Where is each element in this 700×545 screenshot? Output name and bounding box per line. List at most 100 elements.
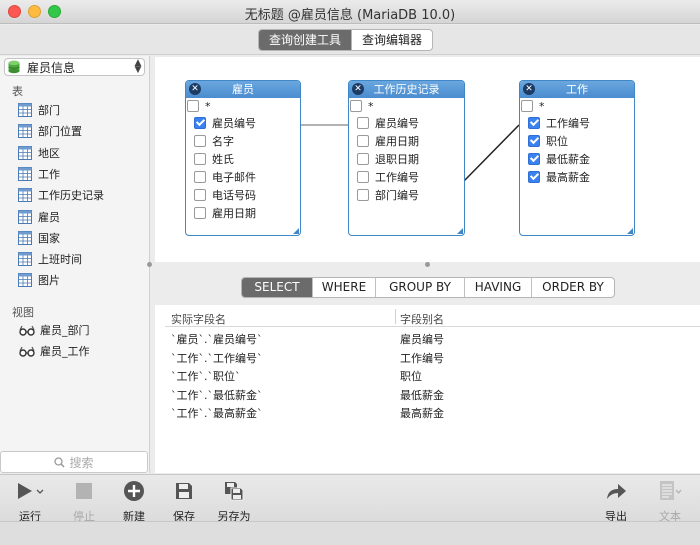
- tab-query-builder[interactable]: 查询创建工具: [259, 30, 352, 50]
- checked-checkbox[interactable]: [528, 153, 540, 165]
- actual-field-cell[interactable]: `工作`.`工作编号`: [171, 350, 263, 366]
- entity-field[interactable]: 工作编号: [520, 114, 634, 132]
- entity-field[interactable]: 职位: [520, 132, 634, 150]
- entity-field[interactable]: 雇员编号: [349, 114, 464, 132]
- sidebar-view-item[interactable]: 雇员_工作: [18, 341, 90, 361]
- checkbox[interactable]: [357, 171, 369, 183]
- splitter-handle[interactable]: [147, 262, 152, 267]
- table-row[interactable]: `雇员`.`雇员编号` 雇员编号: [165, 329, 700, 347]
- stop-button[interactable]: 停止: [62, 479, 106, 524]
- actual-field-cell[interactable]: `雇员`.`雇员编号`: [171, 331, 263, 347]
- sidebar-table-item-region[interactable]: 地区: [18, 143, 60, 163]
- text-button[interactable]: 文本: [648, 479, 692, 524]
- checkbox[interactable]: [357, 135, 369, 147]
- checked-checkbox[interactable]: [528, 171, 540, 183]
- column-header[interactable]: 实际字段名: [171, 311, 226, 327]
- table-row[interactable]: `工作`.`最高薪金` 最高薪金: [165, 403, 700, 421]
- actual-field-cell[interactable]: `工作`.`职位`: [171, 368, 241, 384]
- entity-field[interactable]: 部门编号: [349, 186, 464, 204]
- entity-field[interactable]: 退职日期: [349, 150, 464, 168]
- entity-field[interactable]: 最低薪金: [520, 150, 634, 168]
- sidebar-table-item-department[interactable]: 部门: [18, 100, 60, 120]
- field-alias-cell[interactable]: 最高薪金: [400, 405, 444, 421]
- sidebar-table-item-images[interactable]: 图片: [18, 270, 60, 290]
- select-all-field[interactable]: *: [349, 98, 464, 114]
- tab-where[interactable]: WHERE: [312, 278, 375, 297]
- entity-field[interactable]: 雇用日期: [186, 204, 300, 222]
- entity-field[interactable]: 姓氏: [186, 150, 300, 168]
- save-as-button[interactable]: 另存为: [212, 479, 256, 524]
- checkbox[interactable]: [194, 135, 206, 147]
- column-divider[interactable]: [395, 309, 396, 324]
- select-field-grid[interactable]: 实际字段名 字段别名 `雇员`.`雇员编号` 雇员编号 `工作`.`工作编号` 工作编…: [155, 305, 700, 473]
- tab-query-editor[interactable]: 查询编辑器: [351, 30, 432, 50]
- checkbox[interactable]: [194, 153, 206, 165]
- checkbox[interactable]: [350, 100, 362, 112]
- sidebar-table-item-work-hours[interactable]: 上班时间: [18, 249, 82, 269]
- new-button[interactable]: 新建: [112, 479, 156, 524]
- resize-handle-icon[interactable]: [627, 228, 633, 234]
- field-alias-cell[interactable]: 职位: [400, 368, 422, 384]
- sidebar-view-item[interactable]: 雇员_部门: [18, 320, 90, 340]
- entity-header[interactable]: ✕ 雇员: [186, 81, 300, 98]
- export-button[interactable]: 导出: [594, 479, 638, 524]
- window-title: 无标题 @雇员信息 (MariaDB 10.0): [244, 8, 456, 23]
- checked-checkbox[interactable]: [194, 117, 206, 129]
- select-all-field[interactable]: *: [520, 98, 634, 114]
- bottom-toolbar: 运行 停止 新建 保存 另存为 导出 文本: [0, 474, 700, 524]
- entity-header[interactable]: ✕ 工作历史记录: [349, 81, 464, 98]
- resize-handle-icon[interactable]: [293, 228, 299, 234]
- checkbox[interactable]: [357, 153, 369, 165]
- checkbox[interactable]: [194, 189, 206, 201]
- checkbox[interactable]: [187, 100, 199, 112]
- column-header[interactable]: 字段别名: [400, 311, 444, 327]
- checkbox[interactable]: [194, 207, 206, 219]
- checked-checkbox[interactable]: [528, 135, 540, 147]
- entity-table-employee[interactable]: ✕ 雇员 * 雇员编号 名字 姓氏 电子邮件 电话号码 雇用日期: [185, 80, 301, 236]
- sidebar-table-item-job-history[interactable]: 工作历史记录: [18, 185, 104, 205]
- tab-order-by[interactable]: ORDER BY: [531, 278, 614, 297]
- field-alias-cell[interactable]: 雇员编号: [400, 331, 444, 347]
- entity-field[interactable]: 工作编号: [349, 168, 464, 186]
- sidebar-search-field[interactable]: 搜索: [0, 451, 148, 473]
- tab-having[interactable]: HAVING: [464, 278, 531, 297]
- field-alias-cell[interactable]: 最低薪金: [400, 387, 444, 403]
- field-label: 工作编号: [546, 117, 590, 130]
- diagram-canvas[interactable]: ✕ 雇员 * 雇员编号 名字 姓氏 电子邮件 电话号码 雇用日期 ✕ 工作历史记录 * 雇…: [155, 57, 700, 262]
- entity-field[interactable]: 电话号码: [186, 186, 300, 204]
- checkbox[interactable]: [357, 117, 369, 129]
- checkbox[interactable]: [521, 100, 533, 112]
- tab-select[interactable]: SELECT: [242, 278, 312, 297]
- entity-header[interactable]: ✕ 工作: [520, 81, 634, 98]
- tab-group-by[interactable]: GROUP BY: [375, 278, 464, 297]
- actual-field-cell[interactable]: `工作`.`最高薪金`: [171, 405, 263, 421]
- resize-handle-icon[interactable]: [457, 228, 463, 234]
- entity-field[interactable]: 雇用日期: [349, 132, 464, 150]
- table-row[interactable]: `工作`.`工作编号` 工作编号: [165, 348, 700, 366]
- sidebar-table-item-job[interactable]: 工作: [18, 164, 60, 184]
- sidebar-table-item-department-location[interactable]: 部门位置: [18, 121, 82, 141]
- sidebar-table-item-employee[interactable]: 雇员: [18, 207, 60, 227]
- field-alias-cell[interactable]: 工作编号: [400, 350, 444, 366]
- entity-field[interactable]: 名字: [186, 132, 300, 150]
- splitter-handle[interactable]: [425, 262, 430, 267]
- close-entity-icon[interactable]: ✕: [523, 83, 535, 95]
- select-all-field[interactable]: *: [186, 98, 300, 114]
- entity-table-job-history[interactable]: ✕ 工作历史记录 * 雇员编号 雇用日期 退职日期 工作编号 部门编号: [348, 80, 465, 236]
- table-row[interactable]: `工作`.`职位` 职位: [165, 366, 700, 384]
- close-entity-icon[interactable]: ✕: [352, 83, 364, 95]
- entity-table-job[interactable]: ✕ 工作 * 工作编号职位 最低薪金 最高薪金: [519, 80, 635, 236]
- run-button[interactable]: 运行: [8, 479, 52, 524]
- actual-field-cell[interactable]: `工作`.`最低薪金`: [171, 387, 263, 403]
- checkbox[interactable]: [357, 189, 369, 201]
- close-entity-icon[interactable]: ✕: [189, 83, 201, 95]
- entity-field[interactable]: 电子邮件: [186, 168, 300, 186]
- database-select[interactable]: 雇员信息 ▲ ▼: [4, 58, 145, 76]
- entity-field[interactable]: 最高薪金: [520, 168, 634, 186]
- entity-field[interactable]: 雇员编号: [186, 114, 300, 132]
- checked-checkbox[interactable]: [528, 117, 540, 129]
- checkbox[interactable]: [194, 171, 206, 183]
- sidebar-table-item-country[interactable]: 国家: [18, 228, 60, 248]
- table-row[interactable]: `工作`.`最低薪金` 最低薪金: [165, 385, 700, 403]
- save-button[interactable]: 保存: [162, 479, 206, 524]
